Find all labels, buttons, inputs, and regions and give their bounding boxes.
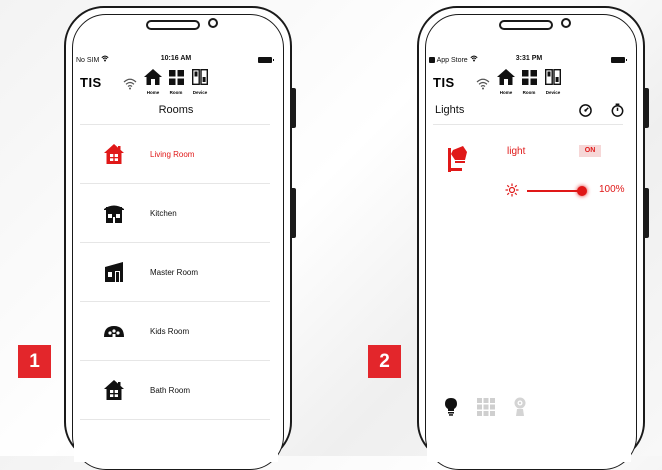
bulb-icon[interactable] <box>445 398 457 421</box>
house-icon <box>104 144 124 169</box>
power-button <box>645 188 649 238</box>
room-label: Kids Room <box>150 327 190 336</box>
status-time: 10:16 AM <box>160 55 192 62</box>
room-icon <box>521 70 537 89</box>
nav-device-button[interactable]: Device <box>189 68 211 95</box>
divider <box>80 301 270 302</box>
divider <box>80 183 270 184</box>
bath-room-icon <box>104 380 124 405</box>
grid-icon[interactable] <box>477 398 495 421</box>
nav-home-button[interactable]: Home <box>142 69 164 95</box>
wifi-icon <box>476 77 490 95</box>
phone-frame-1: No SIM 10:16 AM TIS Home Room Device Roo… <box>64 6 296 470</box>
tis-logo: TIS <box>80 75 102 90</box>
divider <box>80 360 270 361</box>
page-title: Lights <box>435 104 465 116</box>
front-camera <box>208 18 218 28</box>
home-icon <box>497 69 515 89</box>
battery-icon <box>258 57 274 63</box>
brightness-value: 100% <box>599 184 625 195</box>
nav-home-button[interactable]: Home <box>495 69 517 95</box>
nav-home-label: Home <box>499 90 513 95</box>
brightness-slider[interactable] <box>527 190 581 192</box>
screen-lights: App Store 3:31 PM TIS Home Room Device L… <box>427 42 631 462</box>
app-header: TIS Home Room Device <box>74 68 278 95</box>
nav-device-label: Device <box>192 90 208 95</box>
device-name: light <box>507 146 526 157</box>
home-icon <box>144 69 162 89</box>
lamp-icon <box>447 146 471 181</box>
nav-room-button[interactable]: Room <box>165 69 187 95</box>
speaker-grill <box>146 20 200 30</box>
nav-room-button[interactable]: Room <box>518 69 540 95</box>
room-item-kitchen[interactable]: Kitchen <box>74 185 278 241</box>
nav-room-label: Room <box>169 90 183 95</box>
speaker-grill <box>499 20 553 30</box>
room-label: Master Room <box>150 268 199 277</box>
room-label: Kitchen <box>150 209 177 218</box>
divider <box>80 124 270 125</box>
room-item-living-room[interactable]: Living Room <box>74 126 278 182</box>
nav-device-button[interactable]: Device <box>542 68 564 95</box>
room-icon <box>168 70 184 89</box>
device-icon <box>544 68 562 89</box>
power-toggle-button[interactable]: ON <box>579 145 601 157</box>
volume-button <box>292 88 296 128</box>
room-item-kids-room[interactable]: Kids Room <box>74 303 278 359</box>
step-badge-2: 2 <box>368 345 401 378</box>
brightness-icon <box>505 183 519 202</box>
step-badge-1: 1 <box>18 345 51 378</box>
lights-header: Lights <box>427 102 631 122</box>
room-item-bath-room[interactable]: Bath Room <box>74 362 278 418</box>
room-label: Bath Room <box>150 386 191 395</box>
screen-rooms: No SIM 10:16 AM TIS Home Room Device Roo… <box>74 42 278 462</box>
kids-room-icon <box>104 321 124 346</box>
front-camera <box>561 18 571 28</box>
volume-button <box>645 88 649 128</box>
battery-icon <box>611 57 627 63</box>
app-header: TIS Home Room Device <box>427 68 631 95</box>
tis-logo: TIS <box>433 75 455 90</box>
nav-device-label: Device <box>545 90 561 95</box>
nav-home-label: Home <box>146 90 160 95</box>
power-button <box>292 188 296 238</box>
status-bar: App Store 3:31 PM <box>427 55 631 67</box>
nav-room-label: Room <box>522 90 536 95</box>
status-time: 3:31 PM <box>515 55 543 62</box>
divider <box>80 242 270 243</box>
status-bar: No SIM 10:16 AM <box>74 55 278 67</box>
wifi-icon <box>123 77 137 95</box>
room-label: Living Room <box>150 150 195 159</box>
kitchen-icon <box>104 203 124 228</box>
master-room-icon <box>104 262 124 287</box>
device-icon <box>191 68 209 89</box>
room-item-master-room[interactable]: Master Room <box>74 244 278 300</box>
timer-icon[interactable] <box>611 103 624 122</box>
phone-frame-2: App Store 3:31 PM TIS Home Room Device L… <box>417 6 649 470</box>
divider <box>433 124 623 125</box>
gauge-icon[interactable] <box>579 104 592 122</box>
rooms-header: Rooms <box>74 102 278 122</box>
camera-icon[interactable] <box>513 397 527 422</box>
page-title: Rooms <box>158 104 194 116</box>
divider <box>80 419 270 420</box>
brightness-slider-handle[interactable] <box>577 186 587 196</box>
